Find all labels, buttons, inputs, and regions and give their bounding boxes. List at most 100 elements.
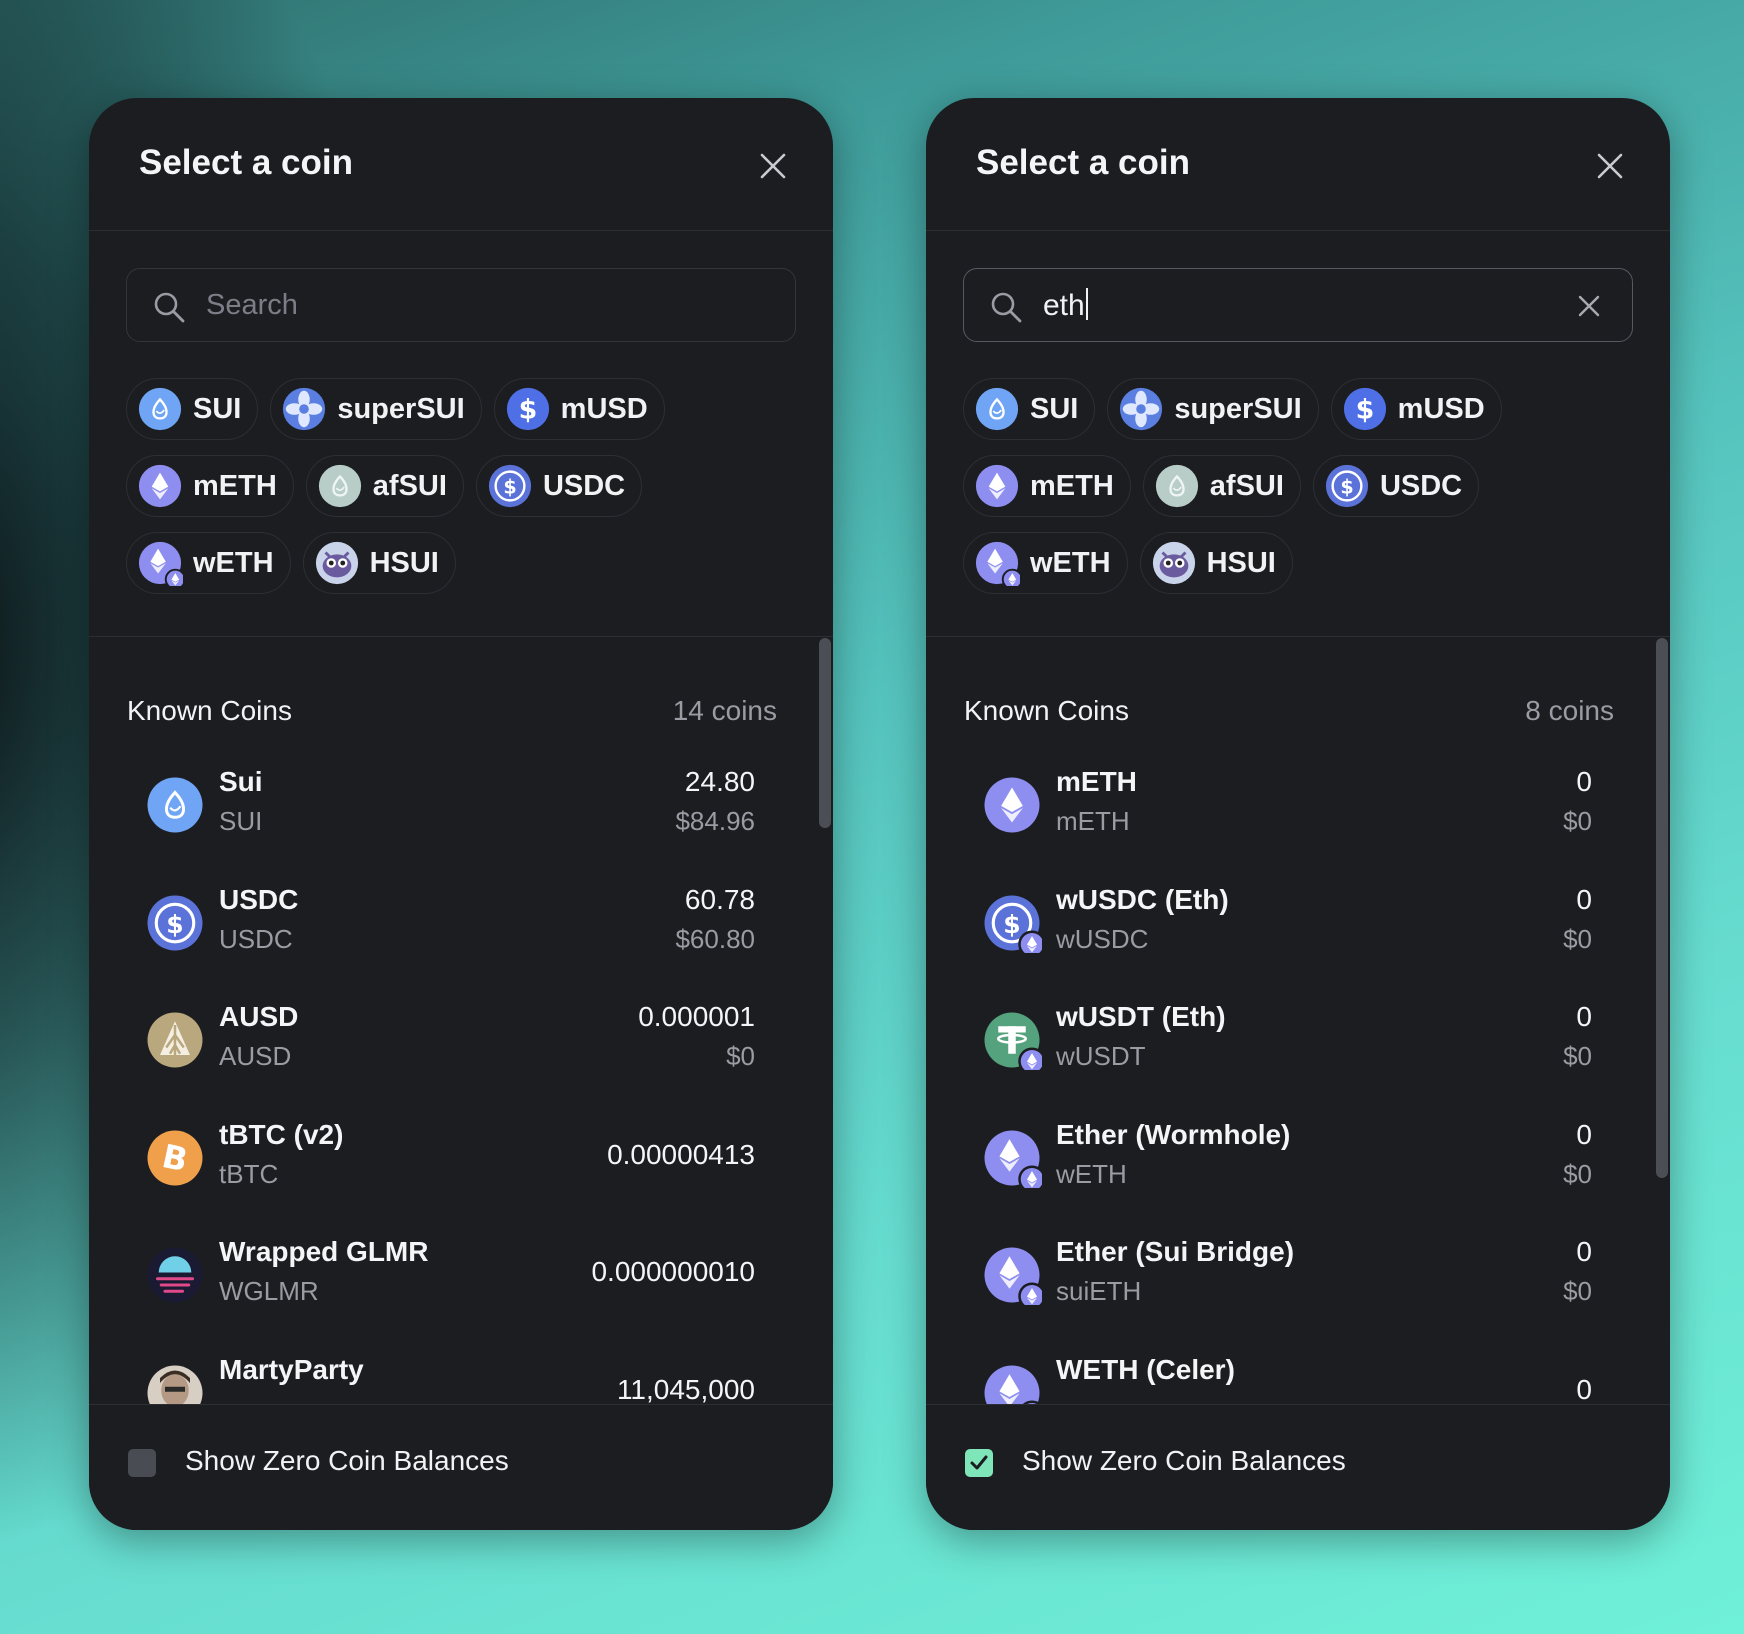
coin-chip-supersui[interactable]: superSUI	[270, 378, 482, 440]
wusdt-icon	[984, 1012, 1042, 1070]
chip-label: mUSD	[1397, 392, 1485, 425]
coin-symbol: SUI	[219, 806, 263, 836]
chip-label: wETH	[1030, 546, 1111, 579]
svg-text:$: $	[1340, 476, 1353, 499]
coin-balance: 24.80	[684, 766, 755, 797]
coin-chip-afsui[interactable]: afSUI	[305, 455, 464, 517]
coin-row[interactable]: Ether (Wormhole) wETH 0 $0	[926, 1111, 1670, 1229]
close-icon[interactable]	[757, 150, 789, 182]
coin-row[interactable]: Sui SUI 24.80 $84.96	[89, 758, 833, 876]
zero-balance-label[interactable]: Show Zero Coin Balances	[1022, 1445, 1346, 1477]
coin-chip-usdc[interactable]: $ USDC	[1312, 455, 1480, 517]
coin-list[interactable]: mETH mETH 0 $0 $ wUSDC (Eth) wUSDC 0 $0 wUSDT (Et…	[926, 758, 1670, 1404]
zero-balance-checkbox[interactable]	[128, 1449, 156, 1477]
svg-text:$: $	[1003, 910, 1020, 939]
coin-row[interactable]: BtBTC (v2) tBTC 0.00000413	[89, 1111, 833, 1229]
svg-text:$: $	[518, 395, 537, 426]
chip-label: mETH	[1030, 469, 1114, 502]
search-placeholder: Search	[206, 289, 298, 321]
search-icon	[991, 292, 1022, 323]
coin-symbol: tBTC	[219, 1158, 279, 1189]
zero-balance-checkbox[interactable]	[965, 1449, 993, 1477]
coin-row[interactable]: MartyParty 11,045,000	[89, 1346, 833, 1404]
scrollbar[interactable]	[1656, 638, 1670, 1404]
coin-chip-usdc[interactable]: $ USDC	[475, 455, 643, 517]
coin-name: USDC	[219, 883, 299, 915]
search-input[interactable]: eth	[963, 268, 1633, 342]
coin-balance: 0	[1576, 1373, 1592, 1405]
dialog-footer: Show Zero Coin Balances	[89, 1404, 833, 1530]
chip-row: wETH HSUI	[963, 532, 1643, 594]
coin-count: 14 coins	[672, 695, 777, 726]
musd-icon: $	[1343, 387, 1386, 431]
close-icon[interactable]	[1594, 150, 1626, 182]
svg-text:$: $	[503, 476, 516, 499]
coin-chip-weth[interactable]: wETH	[126, 532, 291, 594]
tbtc-icon: B	[147, 1130, 203, 1185]
suieth-icon	[984, 1247, 1042, 1305]
coin-usd-value: $0	[1563, 1041, 1592, 1071]
coin-chip-afsui[interactable]: afSUI	[1142, 455, 1301, 517]
scrollbar[interactable]	[819, 638, 833, 1404]
coin-name: wUSDC (Eth)	[1056, 883, 1229, 915]
clear-search-icon[interactable]	[1576, 293, 1602, 319]
usdc-icon: $	[1325, 464, 1369, 508]
coin-symbol: wUSDC	[1056, 923, 1149, 954]
musd-icon: $	[506, 387, 549, 431]
list-header: Known Coins 8 coins	[964, 695, 1614, 735]
coin-name: Ether (Wormhole)	[1056, 1118, 1291, 1150]
coin-name: mETH	[1056, 766, 1137, 797]
coin-chip-weth[interactable]: wETH	[963, 532, 1128, 594]
coin-balance: 0.000001	[638, 1001, 755, 1032]
coin-chip-hsui[interactable]: HSUI	[302, 532, 456, 594]
zero-balance-label[interactable]: Show Zero Coin Balances	[185, 1445, 509, 1477]
dialog-title: Select a coin	[976, 143, 1190, 182]
meth-icon	[975, 464, 1019, 508]
meth-icon	[138, 464, 182, 508]
coin-name: AUSD	[219, 1001, 299, 1032]
coin-row[interactable]: Ether (Sui Bridge) suiETH 0 $0	[926, 1228, 1670, 1346]
coin-chip-musd[interactable]: $ mUSD	[1330, 378, 1502, 440]
coin-row[interactable]: Wrapped GLMR WGLMR 0.000000010	[89, 1228, 833, 1346]
coin-name: MartyParty	[219, 1353, 364, 1385]
dialog-header: Select a coin	[926, 98, 1670, 231]
dialog-header: Select a coin	[89, 98, 833, 231]
coin-chip-hsui[interactable]: HSUI	[1139, 532, 1293, 594]
coin-balance: 0	[1576, 1118, 1592, 1150]
chip-label: USDC	[542, 469, 626, 502]
chip-row: SUI superSUI $ mUSD	[963, 378, 1643, 440]
coin-chip-meth[interactable]: mETH	[126, 455, 294, 517]
divider	[89, 636, 833, 637]
coin-list[interactable]: Sui SUI 24.80 $84.96 $ USDC USDC 60.78 $60.80 AUS…	[89, 758, 833, 1404]
coin-balance: 0	[1576, 766, 1592, 797]
coin-balance: 60.78	[684, 883, 755, 915]
coin-chip-meth[interactable]: mETH	[963, 455, 1131, 517]
coin-usd-value: $0	[1563, 1158, 1592, 1189]
chip-row: wETH HSUI	[126, 532, 806, 594]
coin-chip-sui[interactable]: SUI	[963, 378, 1096, 440]
coin-row[interactable]: $ wUSDC (Eth) wUSDC 0 $0	[926, 876, 1670, 994]
search-value[interactable]: eth	[1043, 288, 1088, 323]
list-title: Known Coins	[127, 695, 292, 726]
chip-label: afSUI	[1209, 469, 1284, 502]
popular-coin-chips: SUI superSUI $ mUSD mETH afSUI $ USDC wETH HSUI	[963, 378, 1643, 609]
weth-icon	[975, 541, 1020, 586]
coin-row[interactable]: mETH mETH 0 $0	[926, 758, 1670, 876]
usdc-icon: $	[147, 895, 203, 950]
coin-row[interactable]: $ USDC USDC 60.78 $60.80	[89, 876, 833, 994]
scrollbar-thumb[interactable]	[819, 638, 831, 828]
coin-row[interactable]: WETH (Celer) 0	[926, 1346, 1670, 1405]
coin-row[interactable]: wUSDT (Eth) wUSDT 0 $0	[926, 993, 1670, 1111]
scrollbar-thumb[interactable]	[1656, 638, 1668, 1178]
afsui-icon	[318, 464, 361, 508]
sui-icon	[147, 777, 203, 833]
popular-coin-chips: SUI superSUI $ mUSD mETH afSUI $ USDC wETH HSUI	[126, 378, 806, 609]
coin-chip-supersui[interactable]: superSUI	[1107, 378, 1319, 440]
coin-row[interactable]: AUSD AUSD 0.000001 $0	[89, 993, 833, 1111]
coin-chip-musd[interactable]: $ mUSD	[493, 378, 665, 440]
chip-label: superSUI	[1174, 392, 1302, 425]
hsui-icon	[315, 541, 358, 585]
coin-chip-sui[interactable]: SUI	[126, 378, 259, 440]
dialog-title: Select a coin	[139, 143, 353, 182]
search-input[interactable]: Search	[126, 268, 796, 342]
